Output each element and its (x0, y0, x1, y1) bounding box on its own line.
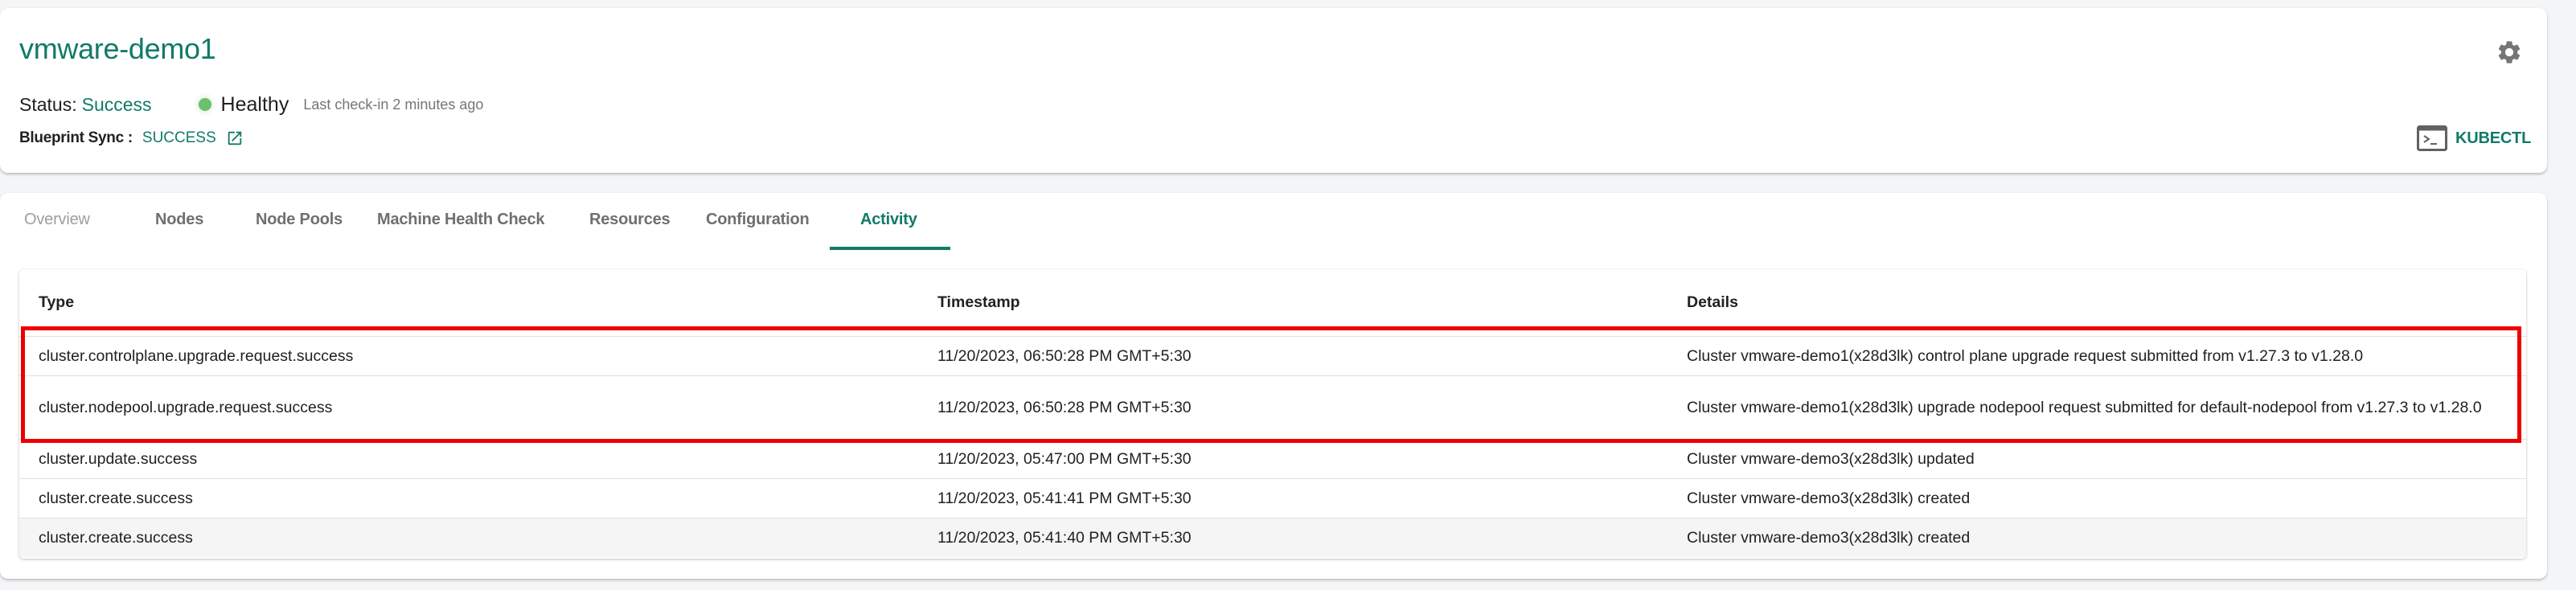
blueprint-sync-row: Blueprint Sync : SUCCESS (19, 127, 244, 150)
table-header-row: Type Timestamp Details (19, 269, 2526, 337)
tab-overview[interactable]: Overview (24, 211, 90, 229)
status-value: Success (81, 93, 152, 115)
table-row: cluster.create.success 11/20/2023, 05:41… (19, 518, 2526, 557)
tab-nodes[interactable]: Nodes (155, 211, 203, 229)
row-timestamp: 11/20/2023, 06:50:28 PM GMT+5:30 (918, 375, 1667, 440)
table-row: cluster.create.success 11/20/2023, 05:41… (19, 478, 2526, 518)
row-type: cluster.controlplane.upgrade.request.suc… (19, 336, 918, 376)
kubectl-button[interactable]: KUBECTL (2417, 125, 2531, 152)
last-checkin-text: Last check-in 2 minutes ago (303, 96, 484, 113)
activity-table: Type Timestamp Details cluster.controlpl… (19, 269, 2526, 559)
row-details: Cluster vmware-demo1(x28d3lk) control pl… (1667, 336, 2526, 376)
blueprint-sync-value: SUCCESS (142, 129, 216, 146)
tab-activity[interactable]: Activity (860, 211, 917, 229)
row-type: cluster.create.success (19, 518, 918, 557)
tab-node-pools[interactable]: Node Pools (256, 211, 343, 229)
row-details: Cluster vmware-demo3(x28d3lk) updated (1667, 439, 2526, 479)
column-header-type: Type (19, 269, 918, 337)
row-details: Cluster vmware-demo3(x28d3lk) created (1667, 478, 2526, 518)
row-details: Cluster vmware-demo3(x28d3lk) created (1667, 518, 2526, 557)
cluster-detail-card: Overview Nodes Node Pools Machine Health… (0, 193, 2547, 579)
health-status-dot-icon (198, 98, 211, 111)
tab-bar: Overview Nodes Node Pools Machine Health… (0, 193, 2547, 251)
row-timestamp: 11/20/2023, 05:47:00 PM GMT+5:30 (918, 439, 1667, 479)
tab-configuration[interactable]: Configuration (706, 211, 810, 229)
kubectl-label: KUBECTL (2455, 129, 2532, 147)
row-type: cluster.update.success (19, 439, 918, 479)
table-row: cluster.nodepool.upgrade.request.success… (19, 375, 2526, 440)
row-timestamp: 11/20/2023, 05:41:40 PM GMT+5:30 (918, 518, 1667, 557)
terminal-icon (2417, 125, 2447, 151)
row-timestamp: 11/20/2023, 06:50:28 PM GMT+5:30 (918, 336, 1667, 376)
table-row: cluster.controlplane.upgrade.request.suc… (19, 336, 2526, 376)
row-details: Cluster vmware-demo1(x28d3lk) upgrade no… (1667, 375, 2526, 440)
status-label: Status: (19, 93, 77, 115)
column-header-details: Details (1667, 269, 2526, 337)
blueprint-sync-label: Blueprint Sync : (19, 129, 133, 146)
row-type: cluster.nodepool.upgrade.request.success (19, 375, 918, 440)
cluster-header-card: vmware-demo1 Status: Success Healthy Las… (0, 8, 2547, 173)
row-type: cluster.create.success (19, 478, 918, 518)
external-link-icon[interactable] (226, 129, 244, 147)
table-row: cluster.update.success 11/20/2023, 05:47… (19, 439, 2526, 479)
column-header-timestamp: Timestamp (918, 269, 1667, 337)
tab-machine-health-check[interactable]: Machine Health Check (377, 211, 544, 229)
tab-resources[interactable]: Resources (589, 211, 671, 229)
gear-icon[interactable] (2496, 39, 2523, 66)
cluster-title: vmware-demo1 (19, 32, 216, 65)
status-row: Status: Success Healthy Last check-in 2 … (19, 92, 483, 117)
row-timestamp: 11/20/2023, 05:41:41 PM GMT+5:30 (918, 478, 1667, 518)
health-label: Healthy (220, 92, 289, 116)
active-tab-indicator (830, 247, 950, 250)
